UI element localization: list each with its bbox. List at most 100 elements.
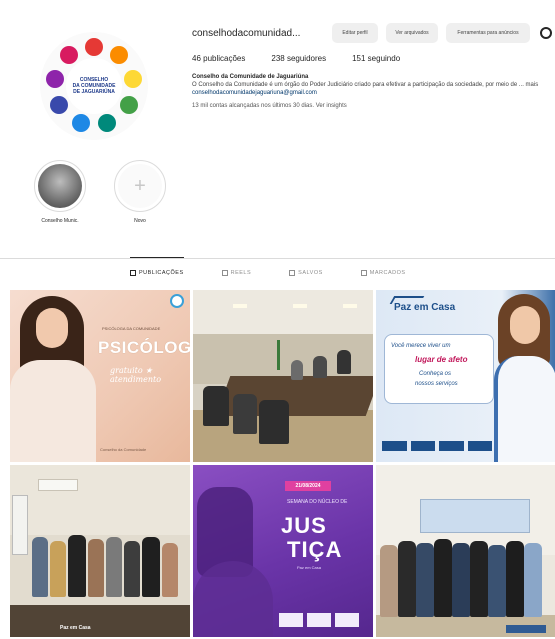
partner-logos xyxy=(279,613,359,627)
profile-tabs: PUBLICAÇÕES REELS SALVOS MARCADOS xyxy=(130,257,406,286)
post-photo xyxy=(452,543,470,617)
post-photo xyxy=(510,306,540,344)
post-photo xyxy=(470,541,488,617)
post-photo xyxy=(337,350,351,374)
post-tile[interactable] xyxy=(193,290,373,462)
post-date: 21/08/2024 xyxy=(285,481,331,491)
bio-name: Conselho da Comunidade de Jaguariúna xyxy=(192,74,309,80)
highlight-label: Conselho Munic. xyxy=(41,218,79,224)
post-caption: Paz em Casa xyxy=(297,565,322,570)
partner-logos xyxy=(382,438,492,454)
post-photo xyxy=(88,539,104,597)
post-photo xyxy=(50,541,66,597)
post-tile[interactable]: PSICÓLOGA DA COMUNIDADE PSICÓLOGO gratui… xyxy=(10,290,190,462)
avatar-logo: CONSELHO DA COMUNIDADE DE JAGUARIÚNA xyxy=(46,38,142,134)
post-subtitle: PSICÓLOGA DA COMUNIDADE xyxy=(102,326,161,331)
post-photo xyxy=(36,308,68,348)
post-photo xyxy=(233,304,247,308)
post-photo xyxy=(12,495,28,555)
post-photo xyxy=(494,356,555,462)
speech-bubble: Você merece viver um lugar de afeto Conh… xyxy=(384,334,494,404)
post-title: PSICÓLOGO xyxy=(98,338,190,357)
post-photo xyxy=(10,605,190,637)
tab-posts-label: PUBLICAÇÕES xyxy=(139,270,184,276)
post-photo xyxy=(398,541,416,617)
post-photo xyxy=(343,304,357,308)
post-photo xyxy=(193,290,373,334)
post-photo xyxy=(313,356,327,378)
post-tag: Paz em Casa xyxy=(60,625,91,631)
post-photo xyxy=(38,479,78,491)
post-photo xyxy=(259,400,289,444)
post-photo xyxy=(488,545,506,617)
bio-text: O Conselho da Comunidade é um órgão do P… xyxy=(192,82,539,88)
posts-count: 46 publicações xyxy=(192,54,246,63)
post-photo xyxy=(416,543,434,617)
org-logo xyxy=(170,294,184,308)
post-title-line-2: TIÇA xyxy=(287,537,343,562)
tab-posts[interactable]: PUBLICAÇÕES xyxy=(130,257,184,285)
post-photo xyxy=(124,541,140,597)
tab-saved-label: SALVOS xyxy=(298,270,323,276)
followers-count[interactable]: 238 seguidores xyxy=(271,54,326,63)
plus-icon: + xyxy=(118,164,162,208)
profile-bio: Conselho da Comunidade de Jaguariúna O C… xyxy=(192,73,552,97)
reels-icon xyxy=(221,270,228,276)
ad-tools-button[interactable]: Ferramentas para anúncios xyxy=(446,23,530,43)
post-photo xyxy=(434,539,452,617)
post-photo xyxy=(293,304,307,308)
post-photo xyxy=(506,541,524,617)
tab-tagged-label: MARCADOS xyxy=(369,270,406,276)
bio-link[interactable]: conselhodacomunidadejaguariuna@gmail.com xyxy=(192,89,552,97)
post-subtitle: SEMANA DO NÚCLEO DE xyxy=(287,499,348,505)
post-photo xyxy=(162,543,178,597)
post-footer: Conselho da Comunidade xyxy=(100,447,147,452)
post-photo xyxy=(380,545,398,617)
bubble-line: lugar de afeto xyxy=(415,355,468,364)
post-photo xyxy=(524,543,542,617)
bubble-line: Você merece viver um xyxy=(391,343,451,349)
post-script-text: gratuito ★ atendimento xyxy=(110,366,162,384)
post-brand: Paz em Casa xyxy=(394,302,456,313)
posts-grid: PSICÓLOGA DA COMUNIDADE PSICÓLOGO gratui… xyxy=(10,290,555,637)
tab-saved[interactable]: SALVOS xyxy=(289,258,323,286)
post-photo xyxy=(106,537,122,597)
profile-info: conselhodacomunidad... Editar perfil Ver… xyxy=(192,22,552,109)
avatar-text-3: DE JAGUARIÚNA xyxy=(73,89,115,95)
post-tile[interactable]: Paz em Casa xyxy=(10,465,190,637)
post-photo xyxy=(420,499,530,533)
tab-tagged[interactable]: MARCADOS xyxy=(360,258,406,286)
post-tile[interactable]: Paz em Casa Você merece viver um lugar d… xyxy=(376,290,555,462)
post-photo xyxy=(203,386,229,426)
post-photo xyxy=(68,535,86,597)
bubble-line: nossos serviços xyxy=(415,381,458,387)
post-photo xyxy=(193,561,273,637)
insights-line[interactable]: 13 mil contas alcançadas nos últimos 30 … xyxy=(192,103,552,109)
bookmark-icon xyxy=(289,270,296,276)
post-photo xyxy=(32,537,48,597)
view-archive-button[interactable]: Ver arquivados xyxy=(386,23,438,43)
post-photo xyxy=(277,340,280,370)
post-photo xyxy=(291,360,303,380)
post-photo xyxy=(142,537,160,597)
username: conselhodacomunidad... xyxy=(192,27,301,39)
highlight-item[interactable]: Conselho Munic. xyxy=(28,160,92,224)
profile-avatar[interactable]: CONSELHO DA COMUNIDADE DE JAGUARIÚNA xyxy=(40,32,148,140)
profile-stats: 46 publicações 238 seguidores 151 seguin… xyxy=(192,54,552,63)
post-photo xyxy=(10,360,96,462)
new-highlight-label: Novo xyxy=(134,218,146,224)
tag-icon xyxy=(360,270,367,276)
tab-reels-label: REELS xyxy=(230,270,252,276)
post-title-line-1: JUS xyxy=(281,513,327,538)
post-photo xyxy=(233,394,257,434)
tab-reels[interactable]: REELS xyxy=(221,258,252,286)
post-tile[interactable] xyxy=(376,465,555,637)
new-highlight[interactable]: + Novo xyxy=(108,160,172,224)
edit-profile-button[interactable]: Editar perfil xyxy=(332,23,378,43)
gear-icon[interactable] xyxy=(540,27,552,39)
post-tile[interactable]: 21/08/2024 SEMANA DO NÚCLEO DE JUS TIÇA … xyxy=(193,465,373,637)
bubble-line: Conheça os xyxy=(419,371,452,377)
following-count[interactable]: 151 seguindo xyxy=(352,54,400,63)
grid-icon xyxy=(130,270,136,276)
post-photo xyxy=(10,465,190,535)
